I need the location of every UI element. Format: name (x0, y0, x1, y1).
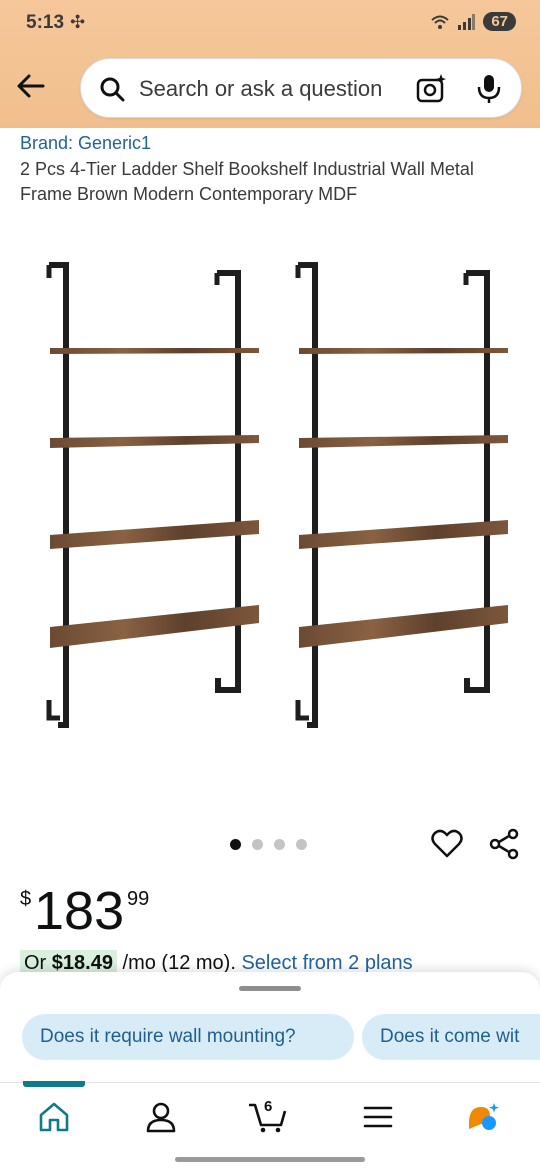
wifi-icon (431, 15, 449, 29)
product-title: 2 Pcs 4-Tier Ladder Shelf Bookshelf Indu… (20, 159, 474, 204)
gesture-bar (175, 1157, 365, 1162)
home-icon[interactable] (37, 1101, 71, 1133)
carousel-dot-4[interactable] (296, 839, 307, 850)
rufus-assistant-icon[interactable] (466, 1101, 500, 1133)
header: 5:13 ✣ 67 Search or ask a question (0, 0, 540, 128)
microphone-icon[interactable] (475, 73, 503, 105)
search-icon (100, 77, 125, 102)
carousel-dot-3[interactable] (274, 839, 285, 850)
select-plans-link[interactable]: Select from 2 plans (241, 952, 412, 974)
product-image[interactable] (0, 240, 540, 760)
fan-icon: ✣ (70, 12, 86, 32)
sheet-drag-handle[interactable] (239, 986, 301, 991)
financing-term: /mo (12 mo). (116, 952, 242, 974)
status-icons: 67 (431, 12, 516, 31)
back-arrow-icon[interactable] (16, 71, 46, 101)
brand-link[interactable]: Brand: Generic1 (20, 133, 151, 154)
cart-count-badge: 6 (264, 1098, 273, 1115)
financing-prefix: Or (24, 952, 52, 974)
battery-indicator: 67 (483, 12, 516, 31)
search-bar[interactable]: Search or ask a question (80, 58, 522, 118)
question-chip-wall-mounting[interactable]: Does it require wall mounting? (22, 1014, 354, 1060)
product-page: 5:13 ✣ 67 Search or ask a question Brand… (0, 0, 540, 1170)
search-input[interactable]: Search or ask a question (139, 76, 382, 102)
signal-icon (458, 13, 476, 30)
carousel-dot-1[interactable] (230, 839, 241, 850)
carousel-dot-2[interactable] (252, 839, 263, 850)
shelf-unit-left (46, 262, 259, 728)
nav-active-indicator (23, 1081, 85, 1087)
menu-icon[interactable] (361, 1101, 395, 1133)
questions-sheet: Does it require wall mounting? Does it c… (0, 972, 540, 1082)
account-icon[interactable] (144, 1101, 178, 1133)
monthly-amount: $18.49 (51, 952, 113, 974)
heart-icon[interactable] (431, 829, 463, 859)
share-icon[interactable] (488, 828, 520, 860)
camera-search-icon[interactable] (415, 73, 447, 105)
question-chip-come-with[interactable]: Does it come wit (362, 1014, 540, 1060)
price-fraction: 99 (127, 888, 150, 910)
price-whole: 183 (34, 881, 125, 941)
image-carousel-dots[interactable] (230, 839, 307, 850)
shelf-unit-right (295, 262, 508, 728)
price-currency: $ (20, 888, 32, 910)
status-time: 5:13 (26, 12, 65, 33)
